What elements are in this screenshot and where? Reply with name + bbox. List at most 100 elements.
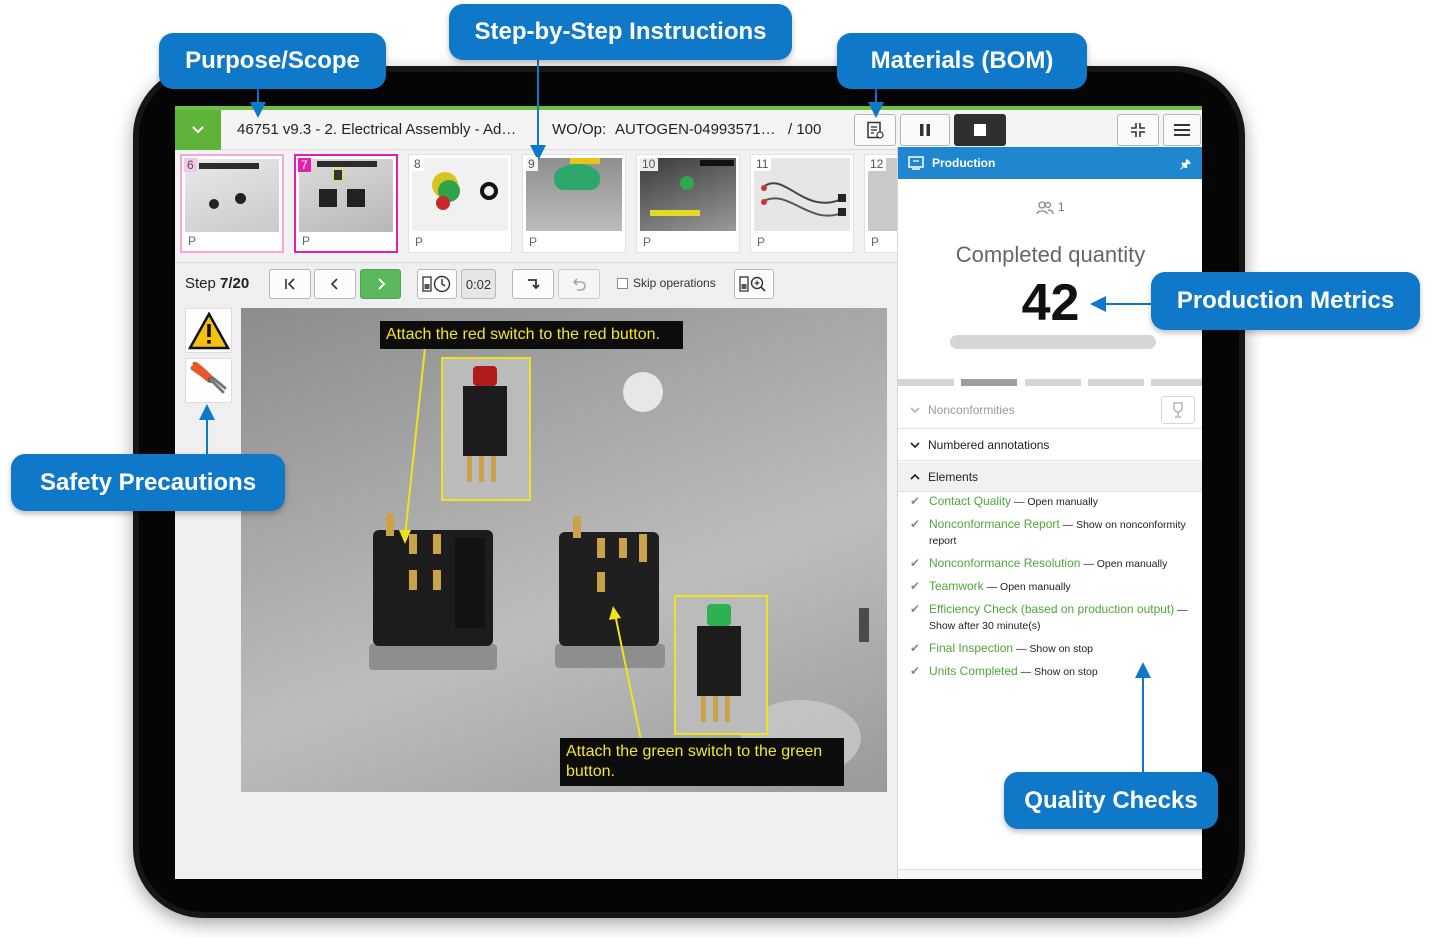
bom-list-icon (867, 121, 884, 139)
nonconformities-section[interactable]: Nonconformities (898, 391, 1202, 429)
element-item[interactable]: ✔ Nonconformance Resolution — Open manual… (898, 555, 1202, 572)
menu-toggle-button[interactable] (175, 110, 221, 150)
element-separator: — (1059, 519, 1077, 531)
check-icon: ✔ (910, 664, 921, 678)
elements-label: Elements (928, 469, 979, 484)
thumbnail-step-active[interactable]: 7 P (294, 154, 398, 253)
check-icon: ✔ (910, 517, 921, 531)
chevron-down-icon (910, 406, 920, 413)
element-name[interactable]: Efficiency Check (based on production ou… (929, 602, 1174, 616)
thumbnail-marker: P (871, 235, 880, 249)
panel-tab[interactable] (898, 379, 954, 386)
numbered-annotations-label: Numbered annotations (928, 438, 1050, 452)
element-separator: — (1174, 604, 1188, 616)
thumbnail-image (526, 158, 622, 231)
clock-icon (422, 275, 451, 293)
step-prefix: Step (185, 275, 216, 292)
pliers-icon (190, 361, 226, 393)
branch-button[interactable] (512, 269, 554, 299)
skip-operations-checkbox[interactable] (617, 277, 628, 289)
pin-icon[interactable]: 🖈 (1180, 155, 1191, 176)
element-name[interactable]: Units Completed (929, 664, 1018, 678)
users-icon (1036, 201, 1055, 215)
panel-tab-active[interactable] (961, 379, 1017, 386)
element-trigger: Show on stop (1029, 643, 1094, 655)
element-separator: — (1080, 558, 1097, 570)
element-name[interactable]: Contact Quality (929, 494, 1011, 508)
undo-icon (572, 278, 586, 291)
element-item[interactable]: ✔ Efficiency Check (based on production o… (898, 601, 1202, 634)
work-order-value: AUTOGEN-04993571… (615, 121, 776, 138)
panel-tab[interactable] (1025, 379, 1081, 386)
panel-tab[interactable] (1151, 379, 1202, 386)
callout-safety-precautions: Safety Precautions (11, 454, 285, 511)
thumbnail-step[interactable]: 6 P (180, 154, 284, 253)
tools-required-tool[interactable] (185, 358, 232, 403)
check-icon: ✔ (910, 556, 921, 570)
thumbnail-marker: P (757, 235, 766, 249)
chevron-down-icon (910, 442, 920, 449)
numbered-annotations-section[interactable]: Numbered annotations (898, 430, 1202, 461)
hamburger-icon (1174, 124, 1190, 136)
pause-button[interactable] (900, 114, 950, 146)
instruction-image: Attach the red switch to the red button.… (241, 308, 887, 792)
step-timer: 0:02 (461, 269, 496, 299)
step-thumbnails: 6 P 7 P 8 P 9 P 10 P 11 P 12 P (175, 151, 897, 263)
next-step-button[interactable] (360, 269, 401, 299)
chevron-up-icon (910, 473, 920, 480)
main-menu-button[interactable] (1163, 114, 1201, 146)
thumbnail-marker: P (302, 234, 311, 248)
thumbnail-image (185, 159, 279, 232)
thumbnail-step[interactable]: 9 P (522, 154, 626, 253)
completed-quantity-label: Completed quantity (955, 242, 1146, 267)
report-nonconformity-button[interactable] (1161, 396, 1195, 424)
element-item[interactable]: ✔ Nonconformance Report — Show on nonconf… (898, 516, 1202, 549)
element-item[interactable]: ✔ Contact Quality — Open manually (898, 493, 1202, 510)
thumbnail-step[interactable]: 12 P (864, 154, 897, 253)
top-bar: 46751 v9.3 - 2. Electrical Assembly - Ad… (175, 106, 1202, 150)
element-separator: — (1011, 496, 1028, 508)
element-item[interactable]: ✔ Units Completed — Show on stop (898, 663, 1202, 680)
collapse-button[interactable] (1117, 114, 1159, 146)
element-item[interactable]: ✔ Final Inspection — Show on stop (898, 640, 1202, 657)
skip-operations-label: Skip operations (633, 276, 716, 290)
element-name[interactable]: Nonconformance Report (929, 517, 1060, 531)
callout-materials-bom: Materials (BOM) (837, 33, 1087, 89)
callout-purpose-scope: Purpose/Scope (159, 33, 386, 89)
element-item[interactable]: ✔ Teamwork — Open manually (898, 578, 1202, 595)
thumbnail-image (299, 159, 393, 232)
element-name[interactable]: Teamwork (929, 579, 984, 593)
thumbnail-marker: P (643, 235, 652, 249)
page: 46751 v9.3 - 2. Electrical Assembly - Ad… (0, 0, 1442, 938)
production-panel-title: Production (932, 156, 996, 170)
element-name[interactable]: Final Inspection (929, 641, 1013, 655)
work-order-label: WO/Op: (552, 121, 607, 138)
thumbnail-step[interactable]: 8 P (408, 154, 512, 253)
chevron-right-icon (377, 278, 385, 290)
previous-step-button[interactable] (314, 269, 356, 299)
step-time-button[interactable] (417, 269, 457, 299)
elements-list: ✔ Contact Quality — Open manually ✔ Nonconf… (898, 493, 1202, 686)
caption-top: Attach the red switch to the red button. (380, 321, 683, 349)
first-step-button[interactable] (269, 269, 311, 299)
check-icon: ✔ (910, 641, 921, 655)
zoom-image-button[interactable] (734, 269, 774, 299)
element-trigger: Open manually (1027, 496, 1099, 508)
element-trigger: Show on stop (1034, 666, 1098, 678)
safety-warning-tool[interactable] (185, 308, 232, 353)
skip-operations-toggle[interactable]: Skip operations (617, 276, 716, 290)
thumbnail-step[interactable]: 11 P (750, 154, 854, 253)
assembly-photo (369, 347, 869, 776)
bom-button[interactable] (854, 114, 896, 146)
thumbnail-step[interactable]: 10 P (636, 154, 740, 253)
stop-button[interactable] (954, 114, 1006, 146)
worker-count: 1 (898, 200, 1202, 215)
elements-section[interactable]: Elements (898, 462, 1202, 492)
step-value: 7/20 (220, 275, 250, 292)
zoom-icon (739, 276, 766, 292)
thumbnail-marker: P (188, 234, 197, 248)
element-name[interactable]: Nonconformance Resolution (929, 556, 1080, 570)
undo-button[interactable] (558, 269, 600, 299)
panel-tab[interactable] (1088, 379, 1144, 386)
skip-first-icon (285, 278, 295, 290)
